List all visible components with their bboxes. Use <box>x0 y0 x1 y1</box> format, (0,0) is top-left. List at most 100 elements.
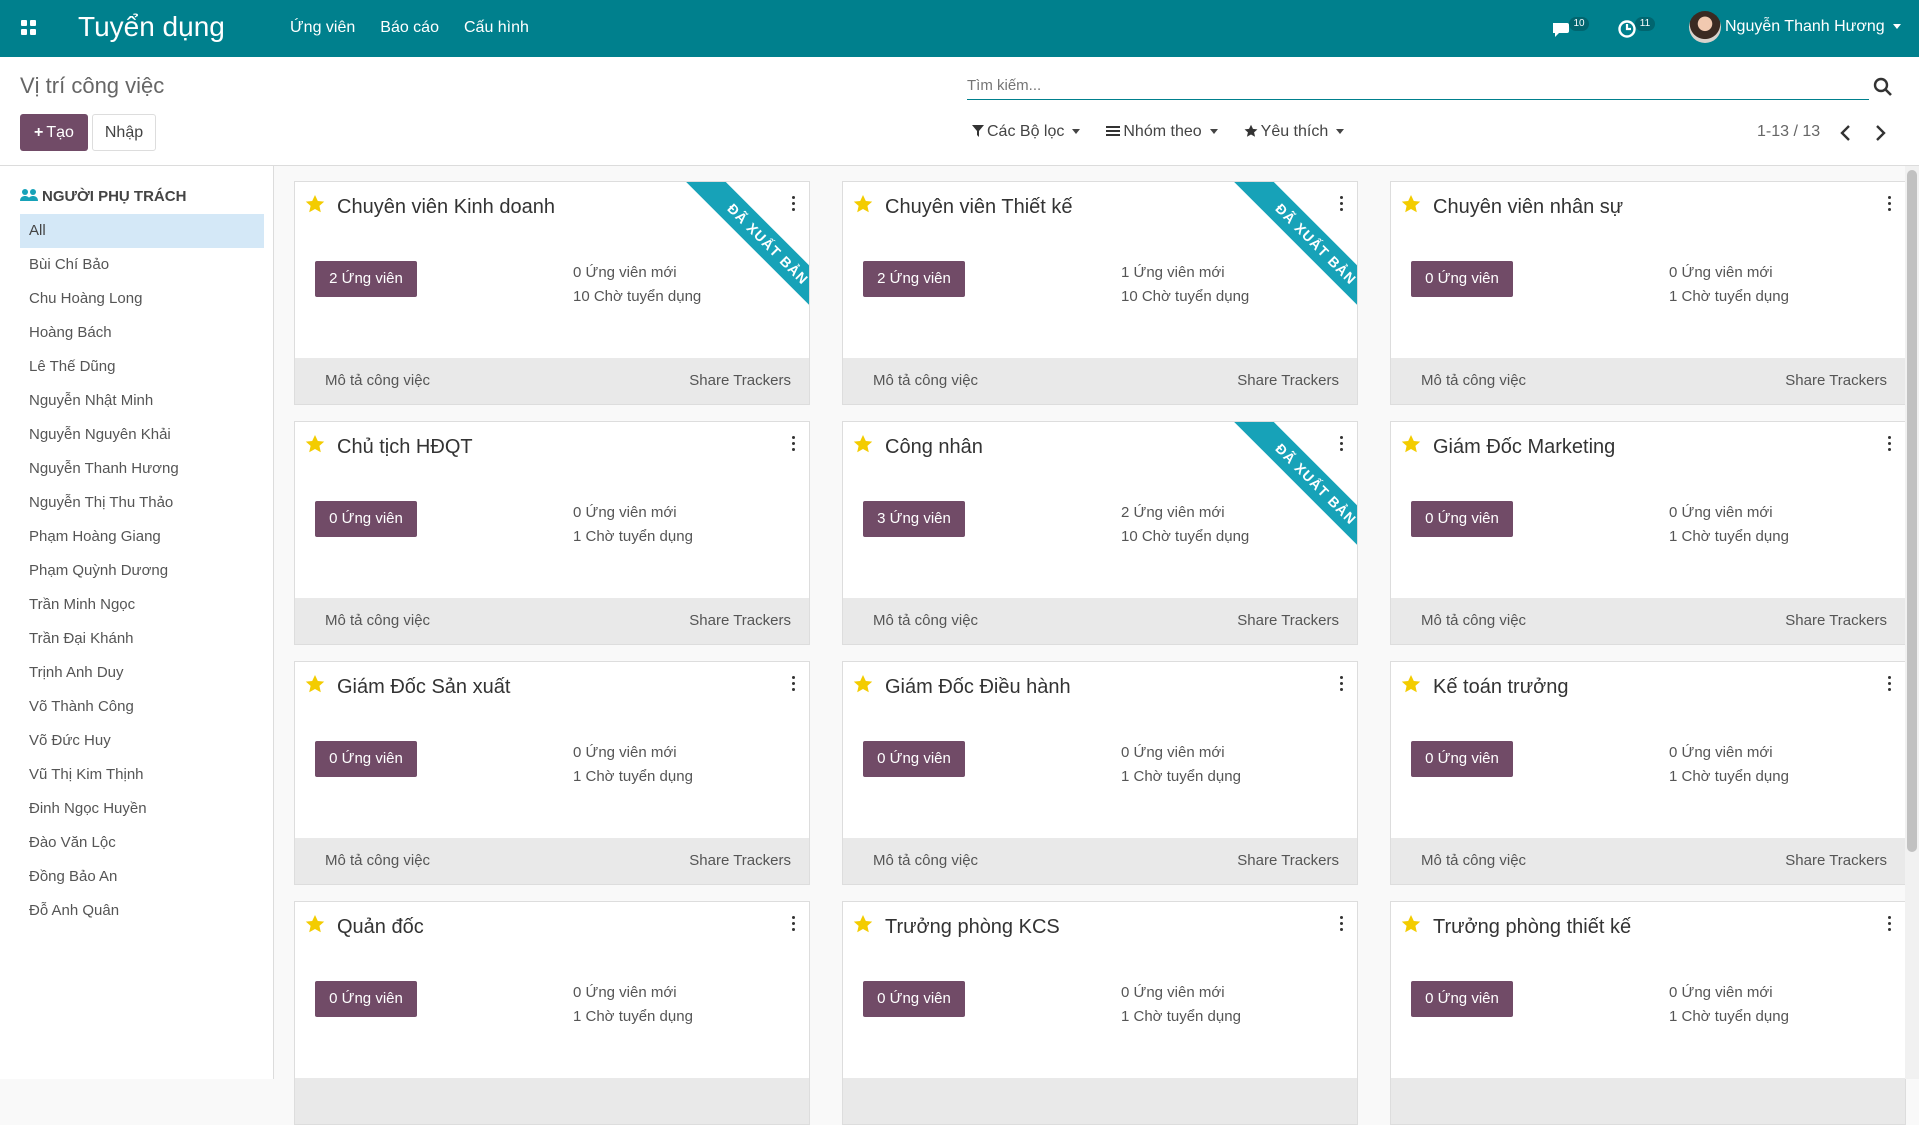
sidebar-item[interactable]: Trịnh Anh Duy <box>20 656 264 690</box>
more-options-icon[interactable] <box>1335 674 1347 696</box>
search-input[interactable] <box>967 73 1847 97</box>
to-recruit-link[interactable]: 1 Chờ tuyển dụng <box>1669 1008 1789 1025</box>
sidebar-item[interactable]: Phạm Quỳnh Dương <box>20 554 264 588</box>
share-trackers-link[interactable]: Share Trackers <box>689 612 791 629</box>
sidebar-item[interactable]: Nguyễn Thị Thu Thảo <box>20 486 264 520</box>
star-icon[interactable] <box>1401 194 1421 214</box>
user-menu[interactable]: Nguyễn Thanh Hương <box>1725 18 1901 36</box>
menu-item-applicants[interactable]: Ứng viên <box>290 19 355 37</box>
import-button[interactable]: Nhập <box>92 114 156 151</box>
to-recruit-link[interactable]: 1 Chờ tuyển dụng <box>1669 528 1789 545</box>
to-recruit-link[interactable]: 1 Chờ tuyển dụng <box>1669 288 1789 305</box>
star-icon[interactable] <box>853 194 873 214</box>
sidebar-item[interactable]: Chu Hoàng Long <box>20 282 264 316</box>
star-icon[interactable] <box>305 674 325 694</box>
new-applicants-link[interactable]: 1 Ứng viên mới <box>1121 264 1225 281</box>
job-title[interactable]: Công nhân <box>885 436 983 459</box>
job-card[interactable]: Kế toán trưởng 0 Ứng viên 0 Ứng viên mới 1 … <box>1390 661 1906 885</box>
create-button[interactable]: + Tạo <box>20 114 88 151</box>
job-description-link[interactable]: Mô tả công việc <box>325 372 430 389</box>
new-applicants-link[interactable]: 0 Ứng viên mới <box>1669 504 1773 521</box>
applicants-button[interactable]: 0 Ứng viên <box>315 501 417 537</box>
job-card[interactable]: Trưởng phòng KCS 0 Ứng viên 0 Ứng viên mới… <box>842 901 1358 1125</box>
job-description-link[interactable]: Mô tả công việc <box>325 852 430 869</box>
applicants-button[interactable]: 2 Ứng viên <box>315 261 417 297</box>
applicants-button[interactable]: 0 Ứng viên <box>863 741 965 777</box>
share-trackers-link[interactable]: Share Trackers <box>689 852 791 869</box>
job-description-link[interactable]: Mô tả công việc <box>1421 372 1526 389</box>
sidebar-item[interactable]: Lê Thế Dũng <box>20 350 264 384</box>
more-options-icon[interactable] <box>1883 434 1895 456</box>
sidebar-item[interactable]: Phạm Hoàng Giang <box>20 520 264 554</box>
pager-value[interactable]: 1-13 / 13 <box>1757 123 1820 141</box>
share-trackers-link[interactable]: Share Trackers <box>1785 852 1887 869</box>
sidebar-item[interactable]: Đinh Ngọc Huyền <box>20 792 264 826</box>
sidebar-item[interactable]: Đồng Bảo An <box>20 860 264 894</box>
to-recruit-link[interactable]: 1 Chờ tuyển dụng <box>573 768 693 785</box>
to-recruit-link[interactable]: 10 Chờ tuyển dụng <box>1121 528 1249 545</box>
new-applicants-link[interactable]: 2 Ứng viên mới <box>1121 504 1225 521</box>
applicants-button[interactable]: 0 Ứng viên <box>1411 981 1513 1017</box>
sidebar-item[interactable]: Nguyễn Nguyên Khải <box>20 418 264 452</box>
sidebar-item[interactable]: Đào Văn Lộc <box>20 826 264 860</box>
more-options-icon[interactable] <box>1335 194 1347 216</box>
job-card[interactable]: Giám Đốc Sản xuất 0 Ứng viên 0 Ứng viên mớ… <box>294 661 810 885</box>
to-recruit-link[interactable]: 1 Chờ tuyển dụng <box>573 1008 693 1025</box>
job-description-link[interactable]: Mô tả công việc <box>1421 852 1526 869</box>
activities-button[interactable]: 11 <box>1617 14 1661 42</box>
job-description-link[interactable]: Mô tả công việc <box>873 612 978 629</box>
sidebar-item[interactable]: Trần Đại Khánh <box>20 622 264 656</box>
job-description-link[interactable]: Mô tả công việc <box>325 612 430 629</box>
new-applicants-link[interactable]: 0 Ứng viên mới <box>573 264 677 281</box>
sidebar-item[interactable]: Võ Thành Công <box>20 690 264 724</box>
job-title[interactable]: Chủ tịch HĐQT <box>337 436 473 459</box>
job-title[interactable]: Chuyên viên Thiết kế <box>885 196 1073 219</box>
new-applicants-link[interactable]: 0 Ứng viên mới <box>573 984 677 1001</box>
job-title[interactable]: Giám Đốc Sản xuất <box>337 676 510 699</box>
sidebar-item[interactable]: All <box>20 214 264 248</box>
new-applicants-link[interactable]: 0 Ứng viên mới <box>1669 264 1773 281</box>
to-recruit-link[interactable]: 10 Chờ tuyển dụng <box>1121 288 1249 305</box>
job-title[interactable]: Chuyên viên Kinh doanh <box>337 196 555 219</box>
new-applicants-link[interactable]: 0 Ứng viên mới <box>1669 744 1773 761</box>
chevron-right-icon[interactable] <box>1870 121 1890 145</box>
star-icon[interactable] <box>305 194 325 214</box>
job-title[interactable]: Giám Đốc Marketing <box>1433 436 1615 459</box>
sidebar-item[interactable]: Vũ Thị Kim Thịnh <box>20 758 264 792</box>
to-recruit-link[interactable]: 1 Chờ tuyển dụng <box>1121 768 1241 785</box>
job-card[interactable]: Chủ tịch HĐQT 0 Ứng viên 0 Ứng viên mới 1 C… <box>294 421 810 645</box>
menu-item-configuration[interactable]: Cấu hình <box>464 19 529 37</box>
applicants-button[interactable]: 0 Ứng viên <box>1411 261 1513 297</box>
job-description-link[interactable]: Mô tả công việc <box>873 372 978 389</box>
to-recruit-link[interactable]: 1 Chờ tuyển dụng <box>1669 768 1789 785</box>
job-card[interactable]: Chuyên viên nhân sự 0 Ứng viên 0 Ứng viên … <box>1390 181 1906 405</box>
star-icon[interactable] <box>1401 674 1421 694</box>
applicants-button[interactable]: 0 Ứng viên <box>315 981 417 1017</box>
share-trackers-link[interactable]: Share Trackers <box>1237 852 1339 869</box>
app-title[interactable]: Tuyển dụng <box>78 11 225 43</box>
sidebar-item[interactable]: Trần Minh Ngọc <box>20 588 264 622</box>
star-icon[interactable] <box>853 674 873 694</box>
more-options-icon[interactable] <box>787 914 799 936</box>
job-title[interactable]: Trưởng phòng KCS <box>885 916 1060 939</box>
more-options-icon[interactable] <box>1335 914 1347 936</box>
job-description-link[interactable]: Mô tả công việc <box>873 852 978 869</box>
sidebar-item[interactable]: Nguyễn Nhật Minh <box>20 384 264 418</box>
sidebar-item[interactable]: Võ Đức Huy <box>20 724 264 758</box>
new-applicants-link[interactable]: 0 Ứng viên mới <box>573 744 677 761</box>
applicants-button[interactable]: 0 Ứng viên <box>1411 501 1513 537</box>
job-card[interactable]: Giám Đốc Điều hành 0 Ứng viên 0 Ứng viên m… <box>842 661 1358 885</box>
share-trackers-link[interactable]: Share Trackers <box>1237 612 1339 629</box>
star-icon[interactable] <box>1401 914 1421 934</box>
search-icon[interactable] <box>1873 77 1893 97</box>
job-card[interactable]: Giám Đốc Marketing 0 Ứng viên 0 Ứng viên m… <box>1390 421 1906 645</box>
sidebar-item[interactable]: Hoàng Bách <box>20 316 264 350</box>
share-trackers-link[interactable]: Share Trackers <box>1785 372 1887 389</box>
sidebar-item[interactable]: Đỗ Anh Quân <box>20 894 264 928</box>
job-title[interactable]: Chuyên viên nhân sự <box>1433 196 1623 219</box>
job-card[interactable]: Chuyên viên Kinh doanh ĐÃ XUẤT BẢN 2 Ứng v… <box>294 181 810 405</box>
share-trackers-link[interactable]: Share Trackers <box>1785 612 1887 629</box>
job-title[interactable]: Quản đốc <box>337 916 424 939</box>
more-options-icon[interactable] <box>787 674 799 696</box>
favorites-dropdown[interactable]: Yêu thích <box>1244 123 1345 141</box>
